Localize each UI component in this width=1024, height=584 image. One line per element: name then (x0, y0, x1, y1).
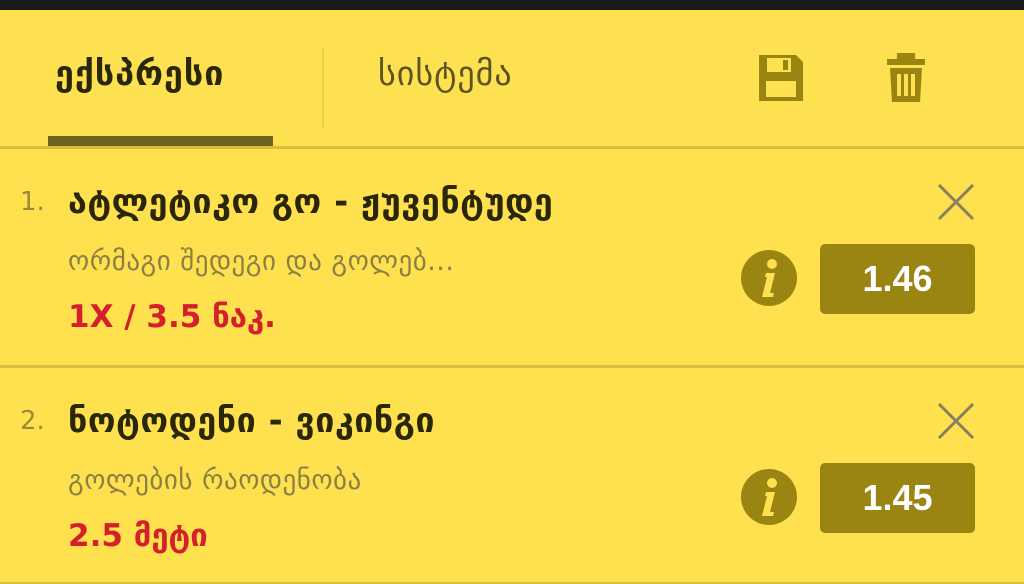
bet-pick: 2.5 მეტი (68, 518, 208, 554)
tab-divider (322, 48, 324, 128)
tab-system[interactable]: სისტემა (378, 54, 513, 94)
save-icon[interactable] (756, 52, 806, 104)
info-icon[interactable] (740, 249, 798, 307)
close-icon[interactable] (934, 180, 978, 224)
odds-button[interactable]: 1.46 (820, 244, 975, 314)
bet-number: 1. (20, 187, 45, 217)
tab-express[interactable]: ექსპრესი (55, 54, 224, 94)
trash-icon[interactable] (884, 52, 934, 104)
close-icon[interactable] (934, 399, 978, 443)
bet-event-title: ნოტოდენი - ვიკინგი (68, 401, 436, 441)
bet-market: გოლების რაოდენობა (68, 465, 362, 496)
active-tab-underline (48, 136, 273, 146)
bet-number: 2. (20, 406, 45, 436)
info-icon[interactable] (740, 468, 798, 526)
status-bar (0, 0, 1024, 10)
bet-pick: 1X / 3.5 ნაკ. (68, 299, 276, 335)
bet-item: 1. ატლეტიკო გო - ჟუვენტუდე ორმაგი შედეგი… (0, 149, 1024, 365)
bet-item: 2. ნოტოდენი - ვიკინგი გოლების რაოდენობა … (0, 368, 1024, 584)
odds-button[interactable]: 1.45 (820, 463, 975, 533)
bet-market: ორმაგი შედეგი და გოლებ... (68, 246, 455, 277)
bet-event-title: ატლეტიკო გო - ჟუვენტუდე (68, 182, 554, 222)
